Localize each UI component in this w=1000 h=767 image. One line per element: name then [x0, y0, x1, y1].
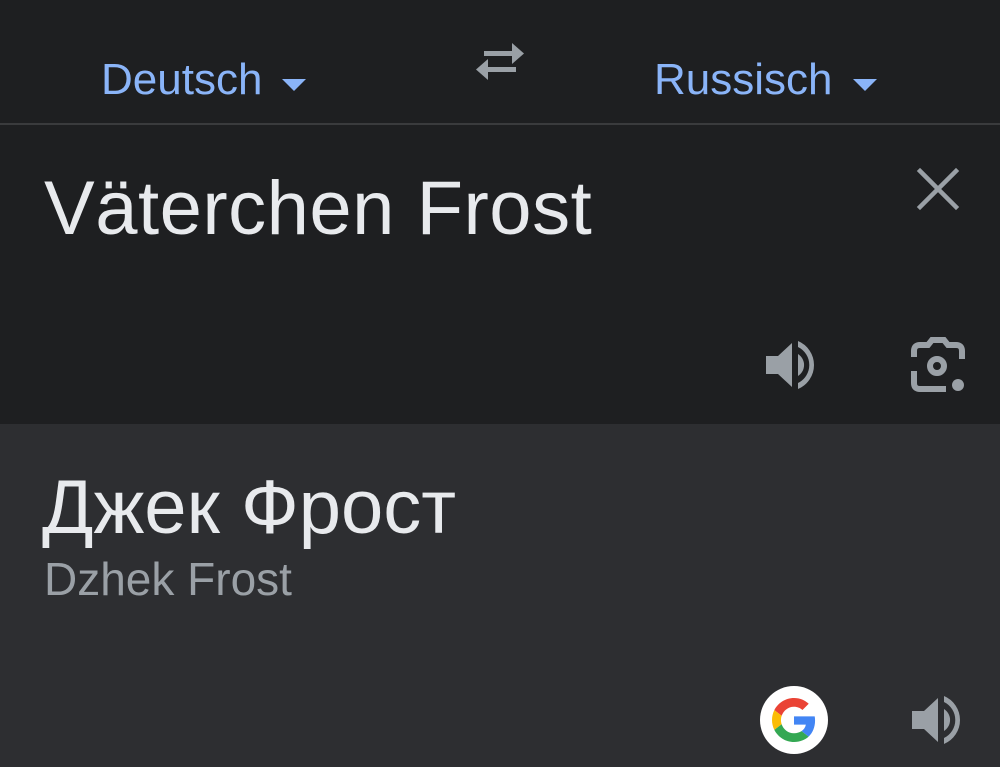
volume-icon — [912, 696, 960, 744]
google-search-button[interactable] — [760, 686, 828, 754]
chevron-down-icon — [282, 79, 307, 91]
source-language-selector[interactable]: Deutsch — [101, 52, 307, 108]
source-text[interactable]: Väterchen Frost — [44, 165, 592, 252]
transliteration-text: Dzhek Frost — [44, 553, 292, 605]
listen-source-button[interactable] — [762, 335, 822, 395]
clear-input-button[interactable] — [914, 165, 962, 213]
camera-translate-button[interactable] — [908, 337, 968, 395]
listen-translation-button[interactable] — [908, 690, 968, 750]
swap-languages-button[interactable] — [470, 38, 530, 86]
source-language-label: Deutsch — [101, 55, 263, 104]
swap-arrows-icon — [476, 43, 524, 80]
translation-output-panel: Джек Фрост Dzhek Frost — [0, 424, 1000, 767]
google-logo-icon — [772, 698, 816, 742]
target-language-label: Russisch — [654, 55, 833, 104]
language-bar: Deutsch Russisch — [0, 0, 1000, 125]
camera-lens-icon — [911, 337, 965, 392]
translate-app: Deutsch Russisch Väterchen Frost Джек Фр… — [0, 0, 1000, 767]
chevron-down-icon — [852, 79, 877, 91]
close-icon — [916, 167, 960, 211]
target-language-selector[interactable]: Russisch — [654, 52, 877, 108]
source-input-panel[interactable]: Väterchen Frost — [0, 125, 1000, 424]
translation-text: Джек Фрост — [42, 465, 457, 550]
volume-icon — [766, 341, 814, 389]
